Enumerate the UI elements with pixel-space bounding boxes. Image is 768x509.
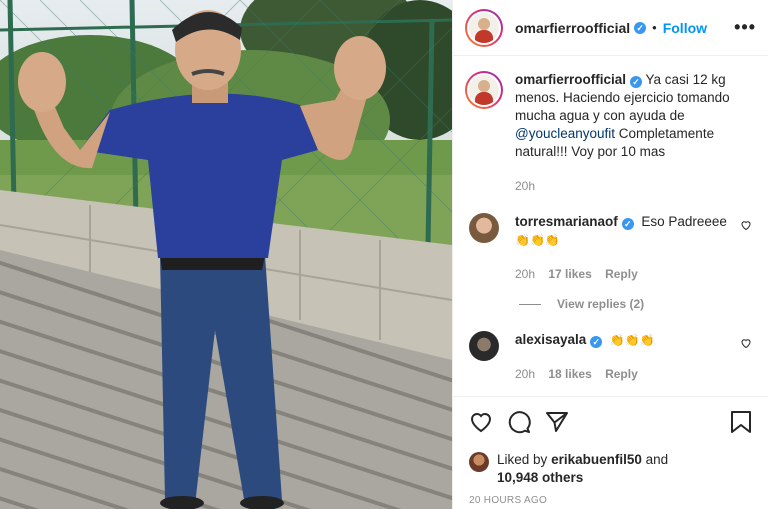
comment-emoji: 👏👏👏 (515, 233, 560, 247)
comment-heart-icon[interactable] (740, 337, 752, 349)
commenter-avatar[interactable] (469, 213, 499, 243)
replies-divider (519, 303, 541, 305)
commenter-username[interactable]: alexisayala (515, 332, 586, 347)
caption-time[interactable]: 20h (515, 179, 535, 193)
commenter-avatar[interactable] (469, 331, 499, 361)
comment-time[interactable]: 20h (515, 267, 535, 281)
follow-button[interactable]: Follow (663, 20, 707, 36)
caption: omarfierroofficial ✓ Ya casi 12 kg menos.… (465, 71, 752, 195)
post-header: omarfierroofficial ✓ • Follow ••• (453, 0, 768, 56)
verified-badge-icon: ✓ (621, 218, 634, 230)
comment-item: alexisayala ✓ 👏👏👏 20h 18 likes Reply (465, 331, 752, 383)
liked-by: Liked by erikabuenfil50 and 10,948 other… (469, 451, 752, 487)
comment-heart-icon[interactable] (740, 219, 752, 231)
liked-by-prefix: Liked by (497, 452, 548, 467)
commenter-username[interactable]: torresmarianaof (515, 214, 618, 229)
comment-text: Eso Padreeee (641, 214, 727, 229)
comments-section: omarfierroofficial ✓ Ya casi 12 kg menos.… (453, 57, 768, 395)
comment-likes[interactable]: 17 likes (548, 267, 591, 281)
verified-badge-icon: ✓ (630, 76, 643, 88)
more-options-icon[interactable]: ••• (734, 17, 756, 38)
liked-by-others[interactable]: 10,948 others (497, 470, 583, 485)
post-actions: Liked by erikabuenfil50 and 10,948 other… (453, 396, 768, 509)
post-photo[interactable] (0, 0, 452, 509)
comment-item: torresmarianaof ✓ Eso Padreeee 👏👏👏 20h 17… (465, 213, 752, 283)
liked-by-and: and (645, 452, 669, 467)
caption-author[interactable]: omarfierroofficial (515, 72, 626, 87)
comment-likes[interactable]: 18 likes (548, 367, 591, 381)
paper-plane-icon[interactable] (545, 410, 569, 434)
author-username[interactable]: omarfierroofficial (515, 20, 630, 36)
verified-badge-icon: ✓ (634, 21, 647, 34)
liker-avatar[interactable] (469, 452, 489, 472)
comment-reply-button[interactable]: Reply (605, 267, 638, 281)
caption-author-avatar[interactable] (465, 71, 503, 109)
view-replies-label: View replies (2) (557, 297, 645, 311)
photo-illustration (0, 0, 452, 509)
comment-time[interactable]: 20h (515, 367, 535, 381)
view-replies-button[interactable]: View replies (2) (519, 297, 752, 311)
verified-badge-icon: ✓ (590, 336, 603, 348)
liked-by-user[interactable]: erikabuenfil50 (551, 452, 642, 467)
separator-dot: • (652, 20, 657, 35)
post-sidebar: omarfierroofficial ✓ • Follow ••• omarfi… (452, 0, 768, 509)
comment-icon[interactable] (507, 410, 531, 434)
comment-reply-button[interactable]: Reply (605, 367, 638, 381)
bookmark-icon[interactable] (730, 410, 752, 434)
comment-emoji: 👏👏👏 (609, 333, 655, 347)
author-avatar[interactable] (465, 8, 503, 47)
post-timestamp[interactable]: 20 HOURS AGO (469, 495, 752, 506)
heart-icon[interactable] (469, 410, 493, 434)
caption-mention-link[interactable]: @youcleanyoufit (515, 126, 615, 141)
